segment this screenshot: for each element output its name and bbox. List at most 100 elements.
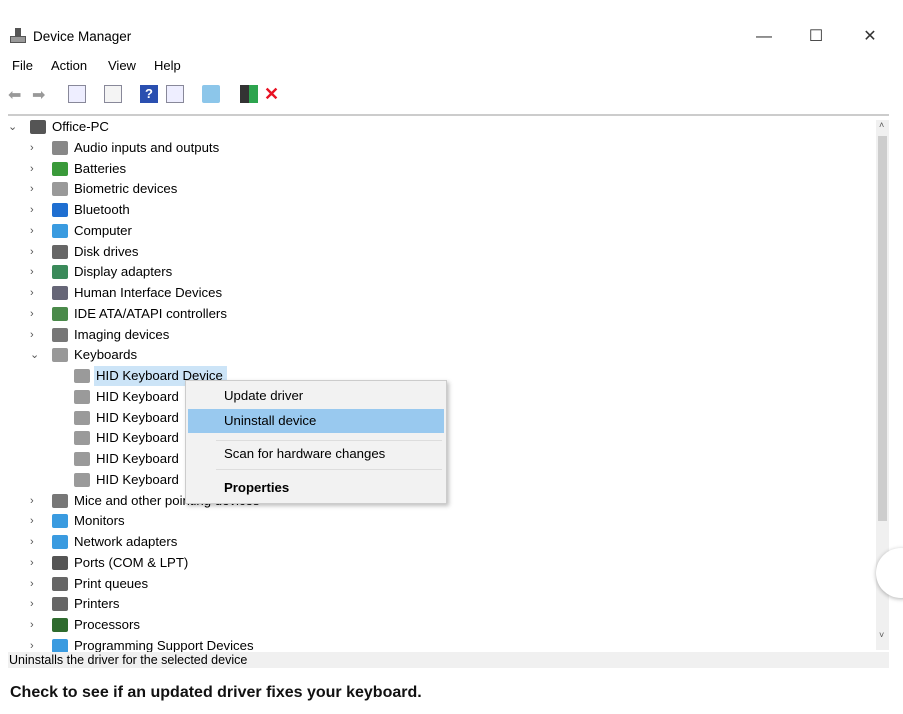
- scrollbar-thumb[interactable]: [878, 136, 887, 521]
- scroll-up-icon[interactable]: ˄: [879, 120, 884, 130]
- menu-file[interactable]: File: [12, 58, 33, 73]
- tree-item[interactable]: ⌄ Office-PC: [0, 117, 876, 137]
- chevron-right-icon[interactable]: ›: [30, 532, 40, 552]
- chevron-right-icon[interactable]: ›: [30, 283, 40, 303]
- status-bar: Uninstalls the driver for the selected d…: [8, 652, 889, 668]
- tree-item[interactable]: › Batteries: [0, 159, 876, 179]
- tree-item-label: Bluetooth: [74, 202, 130, 217]
- tree-item[interactable]: › Human Interface Devices: [0, 283, 876, 303]
- maximize-button[interactable]: ☐: [796, 22, 836, 52]
- chevron-right-icon[interactable]: ›: [30, 242, 40, 262]
- tree-item[interactable]: › Monitors: [0, 511, 876, 531]
- chevron-right-icon[interactable]: ›: [30, 159, 40, 179]
- tree-item[interactable]: › Programming Support Devices: [0, 636, 876, 652]
- tree-item-label: Network adapters: [74, 534, 178, 549]
- tree-item[interactable]: › Biometric devices: [0, 179, 876, 199]
- chevron-right-icon[interactable]: ›: [30, 325, 40, 345]
- keyboard-icon: [74, 472, 90, 487]
- chevron-right-icon[interactable]: ›: [30, 553, 40, 573]
- properties-icon[interactable]: [104, 85, 122, 103]
- tree-item-label: Processors: [74, 617, 140, 632]
- chevron-right-icon[interactable]: ›: [30, 511, 40, 531]
- tree-item-label: IDE ATA/ATAPI controllers: [74, 305, 227, 321]
- ide-icon: [52, 306, 68, 321]
- tree-item-label: Computer: [74, 222, 132, 238]
- chevron-down-icon[interactable]: ⌄: [30, 345, 40, 365]
- tree-item[interactable]: › IDE ATA/ATAPI controllers: [0, 304, 876, 324]
- help-icon[interactable]: ?: [140, 85, 158, 103]
- chevron-right-icon[interactable]: ›: [30, 262, 40, 282]
- keyboard-icon: [74, 389, 90, 404]
- chevron-right-icon[interactable]: ›: [30, 615, 40, 635]
- tree-item-label: Ports (COM & LPT): [74, 554, 189, 570]
- fingerprint-icon: [52, 182, 68, 197]
- menu-item-properties[interactable]: Properties: [188, 476, 444, 500]
- tree-item[interactable]: › Display adapters: [0, 262, 876, 282]
- menu-item-update-driver[interactable]: Update driver: [188, 384, 444, 408]
- tree-item-label: Print queues: [74, 575, 149, 591]
- forward-icon[interactable]: ➡: [32, 85, 50, 104]
- chevron-right-icon[interactable]: ›: [30, 138, 40, 158]
- disk-icon: [52, 244, 68, 259]
- close-button[interactable]: ✕: [850, 22, 890, 52]
- tree-item[interactable]: › Imaging devices: [0, 325, 876, 345]
- scroll-down-icon[interactable]: ˅: [879, 630, 884, 640]
- monitor-icon: [52, 638, 68, 652]
- tree-item-label: Display adapters: [74, 264, 173, 280]
- chevron-right-icon[interactable]: ›: [30, 221, 40, 241]
- tree-item-label: Disk drives: [74, 243, 139, 259]
- tree-item[interactable]: ⌄ Keyboards: [0, 345, 876, 365]
- tree-item[interactable]: › Computer: [0, 221, 876, 241]
- action-pane-icon[interactable]: [166, 85, 184, 103]
- device-manager-icon: [10, 28, 26, 44]
- menu-help[interactable]: Help: [154, 58, 181, 73]
- chevron-down-icon[interactable]: ⌄: [8, 117, 18, 137]
- chevron-right-icon[interactable]: ›: [30, 594, 40, 614]
- tree-item-label: Monitors: [74, 513, 125, 529]
- tree-item-label: Batteries: [74, 160, 127, 176]
- keyboard-icon: [74, 410, 90, 425]
- tree-item[interactable]: › Ports (COM & LPT): [0, 553, 876, 573]
- hid-icon: [52, 286, 68, 300]
- tree-item[interactable]: › Bluetooth: [0, 200, 876, 220]
- menu-item-scan-hardware[interactable]: Scan for hardware changes: [188, 442, 444, 466]
- tree-item-label: HID Keyboard: [96, 388, 179, 404]
- keyboard-icon: [74, 431, 90, 446]
- tree-item-label: HID Keyboard: [96, 409, 179, 425]
- uninstall-icon[interactable]: ✕: [264, 85, 282, 103]
- show-hide-console-tree-icon[interactable]: [68, 85, 86, 103]
- monitor-icon: [52, 514, 68, 529]
- tree-item-label: HID Keyboard: [96, 430, 179, 446]
- keyboard-icon: [74, 452, 90, 466]
- chevron-right-icon[interactable]: ›: [30, 574, 40, 594]
- update-driver-icon[interactable]: [240, 85, 258, 103]
- tree-item[interactable]: › Audio inputs and outputs: [0, 138, 876, 158]
- chevron-right-icon[interactable]: ›: [30, 304, 40, 324]
- back-icon[interactable]: ⬅: [8, 85, 26, 104]
- display-icon: [52, 265, 68, 280]
- printer-icon: [52, 597, 68, 612]
- menu-action[interactable]: Action: [51, 58, 87, 73]
- monitor-icon: [52, 223, 68, 238]
- chevron-right-icon[interactable]: ›: [30, 636, 40, 652]
- chip-icon: [52, 618, 68, 632]
- scan-hardware-icon[interactable]: [202, 85, 220, 103]
- caption: Check to see if an updated driver fixes …: [10, 684, 422, 701]
- tree-item[interactable]: › Processors: [0, 615, 876, 635]
- menu-view[interactable]: View: [108, 58, 136, 73]
- chevron-right-icon[interactable]: ›: [30, 200, 40, 220]
- keyboard-icon: [74, 369, 90, 383]
- tree-item[interactable]: › Print queues: [0, 574, 876, 594]
- tree-item[interactable]: › Network adapters: [0, 532, 876, 552]
- printer-icon: [52, 576, 68, 591]
- context-menu: Update driver Uninstall device Scan for …: [185, 380, 447, 504]
- speaker-icon: [52, 140, 68, 155]
- tree-item[interactable]: › Disk drives: [0, 242, 876, 262]
- chevron-right-icon[interactable]: ›: [30, 179, 40, 199]
- menu-separator: [216, 440, 442, 441]
- tree-item[interactable]: › Printers: [0, 594, 876, 614]
- menu-item-uninstall-device[interactable]: Uninstall device: [188, 409, 444, 433]
- tree-item-label: Biometric devices: [74, 181, 178, 197]
- minimize-button[interactable]: —: [744, 22, 784, 52]
- chevron-right-icon[interactable]: ›: [30, 491, 40, 511]
